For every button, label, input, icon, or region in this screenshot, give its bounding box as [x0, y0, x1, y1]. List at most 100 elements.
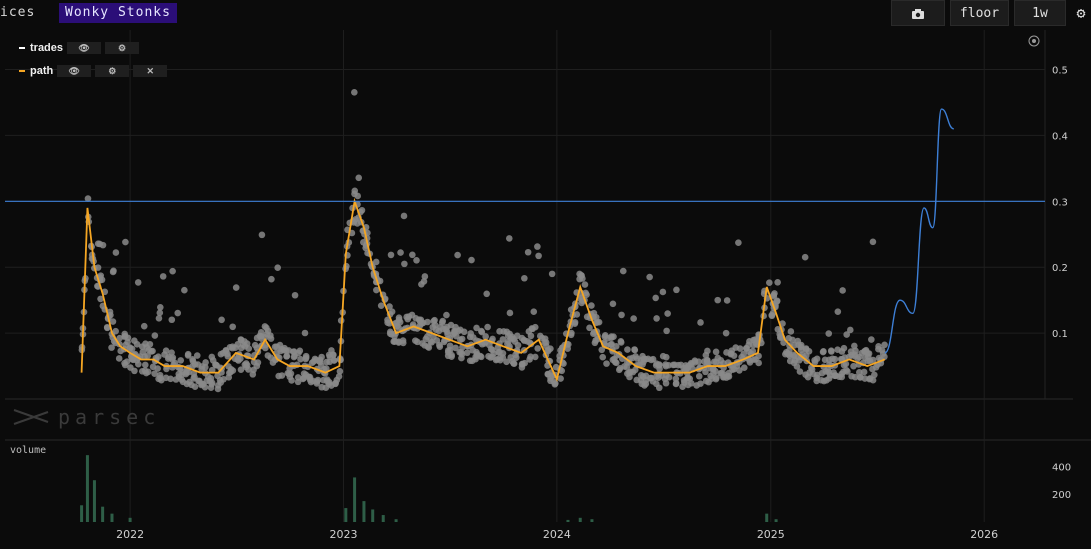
screenshot-button[interactable]	[891, 0, 945, 26]
trade-point	[169, 267, 176, 275]
price-chart[interactable]: 0.1 0.2 0.3 0.4 0.5 2022 2023 2024 2025 2026 200 40…	[0, 28, 1091, 549]
trade-point	[697, 319, 704, 326]
trade-point	[468, 256, 475, 264]
path-settings-button[interactable]: ⚙	[95, 65, 130, 77]
trade-point	[796, 368, 804, 375]
prices-tab[interactable]: ices	[0, 3, 35, 23]
trade-point	[771, 290, 778, 297]
trade-point	[99, 241, 107, 249]
trade-point	[624, 346, 631, 353]
trade-point	[663, 327, 670, 335]
trade-point	[609, 300, 617, 308]
settings-button[interactable]: ⚙	[1071, 0, 1091, 26]
trade-point	[801, 253, 809, 261]
trade-point	[418, 280, 425, 288]
gear-icon: ⚙	[108, 66, 117, 76]
volume-bar	[101, 506, 105, 522]
trade-point	[229, 323, 237, 331]
eye-icon: 👁	[78, 43, 90, 53]
trade-point	[237, 336, 245, 343]
trade-point	[548, 270, 556, 278]
trade-point	[528, 325, 536, 332]
trade-point	[819, 348, 827, 356]
trade-point	[711, 358, 718, 366]
trade-point	[813, 355, 821, 363]
legend-trades-label: trades	[30, 42, 64, 54]
volume-bar	[765, 513, 769, 522]
trade-point	[814, 371, 821, 379]
trade-point	[168, 349, 175, 356]
trade-point	[409, 251, 416, 259]
trade-point	[724, 372, 732, 380]
trade-point	[458, 354, 465, 362]
trade-point	[322, 384, 330, 392]
grid	[5, 30, 1091, 522]
trade-point	[122, 238, 129, 246]
trade-point	[848, 372, 855, 380]
path-visibility-button[interactable]: 👁	[57, 65, 92, 77]
trade-point	[735, 239, 742, 247]
interval-button[interactable]: 1w	[1014, 0, 1066, 26]
trade-point	[219, 349, 227, 357]
trade-point	[258, 231, 266, 239]
trade-point	[287, 370, 295, 377]
trade-point	[510, 360, 517, 367]
trade-point	[825, 330, 833, 337]
trade-point	[808, 366, 816, 373]
trade-point	[524, 248, 532, 256]
x-tick-label: 2022	[116, 528, 144, 541]
trade-point	[535, 252, 542, 260]
trade-point	[774, 279, 781, 286]
trade-point	[492, 356, 500, 364]
trade-point	[283, 353, 290, 360]
trade-point	[595, 318, 603, 326]
volume-bar	[774, 519, 778, 522]
trade-point	[274, 264, 281, 271]
trade-point	[588, 302, 595, 309]
trade-point	[534, 243, 541, 250]
floor-button[interactable]: floor	[950, 0, 1009, 26]
trade-point	[151, 332, 159, 339]
volume-bar	[344, 508, 348, 522]
collection-title[interactable]: Wonky Stonks	[59, 3, 177, 23]
legend-trades[interactable]: trades 👁 ⚙	[19, 41, 140, 55]
trade-point	[527, 332, 535, 340]
trade-point	[115, 355, 123, 362]
trades-visibility-button[interactable]: 👁	[67, 42, 102, 54]
volume-bar	[110, 513, 114, 522]
legend-path[interactable]: path 👁 ⚙ ✕	[19, 64, 168, 78]
trade-point	[536, 332, 544, 340]
trades-settings-button[interactable]: ⚙	[105, 42, 140, 54]
trade-point	[306, 376, 314, 384]
trade-point	[422, 335, 430, 343]
x-tick-label: 2025	[757, 528, 785, 541]
trade-point	[530, 308, 538, 316]
volume-bar	[394, 519, 398, 522]
trade-point	[601, 333, 609, 340]
trade-point	[733, 362, 741, 370]
target-icon[interactable]	[1028, 35, 1040, 47]
trade-point	[506, 309, 514, 317]
trades-swatch	[19, 47, 25, 49]
trade-point	[838, 373, 846, 381]
gear-icon: ⚙	[1076, 4, 1086, 22]
trade-point	[326, 353, 334, 361]
trade-point	[766, 279, 773, 286]
trade-point	[174, 309, 182, 317]
trade-point	[218, 316, 225, 324]
trade-point	[472, 353, 479, 361]
trade-point	[412, 337, 419, 344]
trade-point	[448, 351, 455, 359]
volume-label: volume	[10, 445, 47, 456]
forecast-line	[884, 108, 955, 354]
trade-point	[856, 369, 863, 376]
path-remove-button[interactable]: ✕	[133, 65, 168, 77]
trade-point	[142, 361, 149, 369]
volume-bar	[353, 477, 357, 522]
trade-point	[653, 360, 660, 368]
trade-point	[621, 363, 628, 370]
trade-point	[712, 348, 720, 356]
trade-point	[687, 359, 695, 367]
legend-path-label: path	[30, 65, 54, 77]
trade-point	[710, 369, 717, 377]
